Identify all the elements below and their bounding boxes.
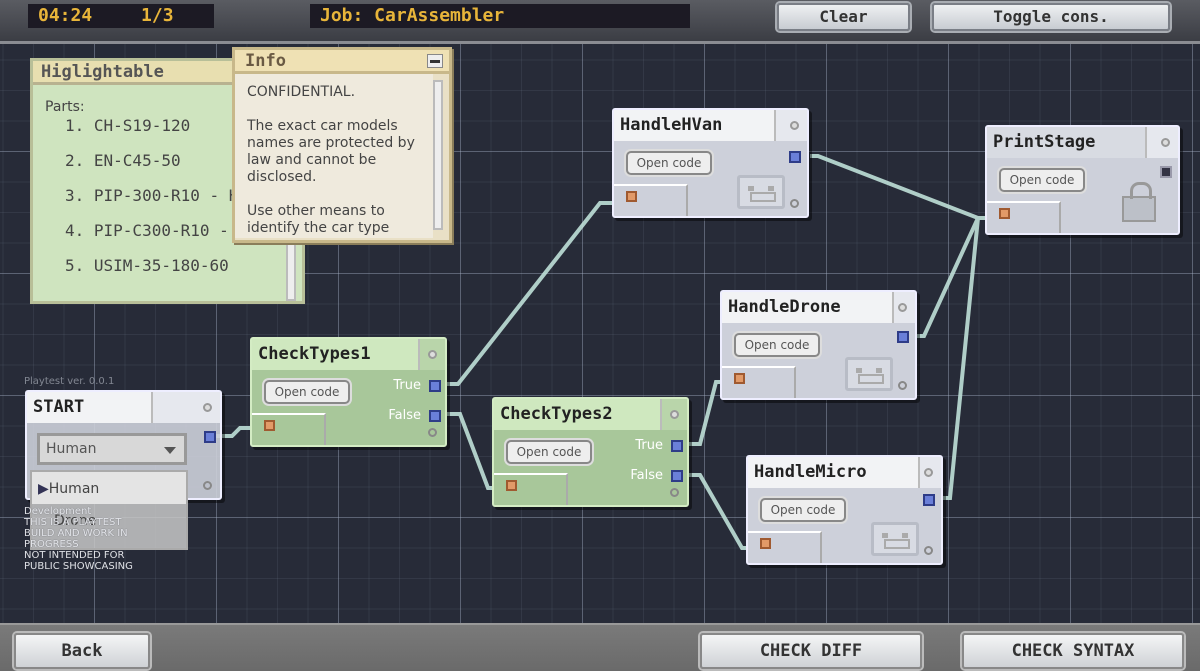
watermark-text: Development THIS IS A PLAYTEST BUILD AND…: [24, 506, 133, 572]
open-code-button[interactable]: Open code: [999, 168, 1085, 192]
false-output-port[interactable]: [429, 410, 441, 422]
gear-icon[interactable]: [428, 428, 437, 437]
output-port[interactable]: [789, 151, 801, 163]
minimize-icon[interactable]: [427, 54, 443, 68]
node-handlehvan[interactable]: HandleHVan Open code: [612, 108, 809, 218]
watermark-line: Development: [24, 506, 92, 517]
gear-icon[interactable]: [670, 410, 679, 419]
type-select[interactable]: Human: [37, 433, 187, 465]
node-title: CheckTypes1: [252, 339, 420, 370]
watermark-line: THIS IS A PLAYTEST: [24, 517, 122, 528]
input-port[interactable]: [760, 538, 771, 549]
node-handlemicro[interactable]: HandleMicro Open code: [746, 455, 943, 565]
input-port[interactable]: [264, 420, 275, 431]
open-code-button[interactable]: Open code: [506, 440, 592, 464]
output-port[interactable]: [923, 494, 935, 506]
scrollbar[interactable]: [433, 80, 443, 230]
timer: 04:24: [38, 5, 93, 26]
back-button[interactable]: Back: [14, 633, 150, 669]
node-printstage[interactable]: PrintStage Open code: [985, 125, 1180, 235]
version-watermark: Playtest ver. 0.0.1: [24, 376, 115, 387]
toggle-console-button[interactable]: Toggle cons.: [932, 3, 1170, 31]
robot-icon: [845, 357, 893, 391]
gear-icon[interactable]: [1161, 138, 1170, 147]
gear-icon[interactable]: [203, 481, 212, 490]
watermark-line: PROGRESS: [24, 539, 79, 550]
false-output-port[interactable]: [671, 470, 683, 482]
gear-icon[interactable]: [924, 546, 933, 555]
node-checktypes1[interactable]: CheckTypes1 Open code True False: [250, 337, 447, 447]
lock-icon: [1122, 182, 1156, 222]
node-title: HandleMicro: [748, 457, 920, 488]
timer-display: 04:24 1/3: [28, 4, 214, 28]
true-output-port[interactable]: [671, 440, 683, 452]
node-title: HandleDrone: [722, 292, 894, 323]
chevron-down-icon: [164, 447, 176, 454]
node-title: CheckTypes2: [494, 399, 662, 430]
false-label: False: [388, 408, 421, 423]
info-text: Use other means to identify the car type: [247, 203, 390, 236]
gear-icon[interactable]: [790, 199, 799, 208]
clear-button[interactable]: Clear: [777, 3, 910, 31]
robot-icon: [871, 522, 919, 556]
wire-check1-true-hvan: [446, 201, 626, 386]
watermark-line: PUBLIC SHOWCASING: [24, 561, 133, 572]
true-label: True: [635, 438, 663, 453]
false-label: False: [630, 468, 663, 483]
node-handledrone[interactable]: HandleDrone Open code: [720, 290, 917, 400]
gear-icon[interactable]: [790, 121, 799, 130]
info-text: CONFIDENTIAL.: [247, 84, 356, 100]
open-code-button[interactable]: Open code: [734, 333, 820, 357]
input-port[interactable]: [506, 480, 517, 491]
watermark-line: BUILD AND WORK IN: [24, 528, 128, 539]
job-display: Job: CarAssembler: [310, 4, 690, 28]
watermark-line: NOT INTENDED FOR: [24, 550, 125, 561]
gear-icon[interactable]: [898, 303, 907, 312]
check-syntax-button[interactable]: CHECK SYNTAX: [962, 633, 1184, 669]
gear-icon[interactable]: [670, 488, 679, 497]
input-port[interactable]: [626, 191, 637, 202]
node-title: START: [27, 392, 153, 423]
output-port[interactable]: [897, 331, 909, 343]
gear-icon[interactable]: [203, 403, 212, 412]
input-port[interactable]: [734, 373, 745, 384]
info-text: The exact car models names are protected…: [247, 118, 415, 185]
gear-icon[interactable]: [924, 468, 933, 477]
open-code-button[interactable]: Open code: [760, 498, 846, 522]
node-title: HandleHVan: [614, 110, 776, 141]
true-label: True: [393, 378, 421, 393]
open-code-button[interactable]: Open code: [264, 380, 350, 404]
open-code-button[interactable]: Open code: [626, 151, 712, 175]
dropdown-option-human[interactable]: ▶Human: [32, 472, 186, 504]
input-port[interactable]: [999, 208, 1010, 219]
output-port: [1160, 166, 1172, 178]
check-diff-button[interactable]: CHECK DIFF: [700, 633, 922, 669]
gear-icon[interactable]: [428, 350, 437, 359]
info-panel: Info CONFIDENTIAL. The exact car models …: [232, 47, 452, 243]
gear-icon[interactable]: [898, 381, 907, 390]
node-checktypes2[interactable]: CheckTypes2 Open code True False: [492, 397, 689, 507]
output-port[interactable]: [204, 431, 216, 443]
true-output-port[interactable]: [429, 380, 441, 392]
wire-hvan-print: [810, 154, 998, 220]
level-progress: 1/3: [141, 5, 174, 26]
bottom-bar: Back CHECK DIFF CHECK SYNTAX: [0, 623, 1200, 671]
info-title[interactable]: Info: [235, 50, 449, 74]
robot-icon: [737, 175, 785, 209]
part-item: 5. USIM-35-180-60: [65, 256, 229, 275]
node-title: PrintStage: [987, 127, 1147, 158]
top-bar: 04:24 1/3 Job: CarAssembler Clear Toggle…: [0, 0, 1200, 44]
